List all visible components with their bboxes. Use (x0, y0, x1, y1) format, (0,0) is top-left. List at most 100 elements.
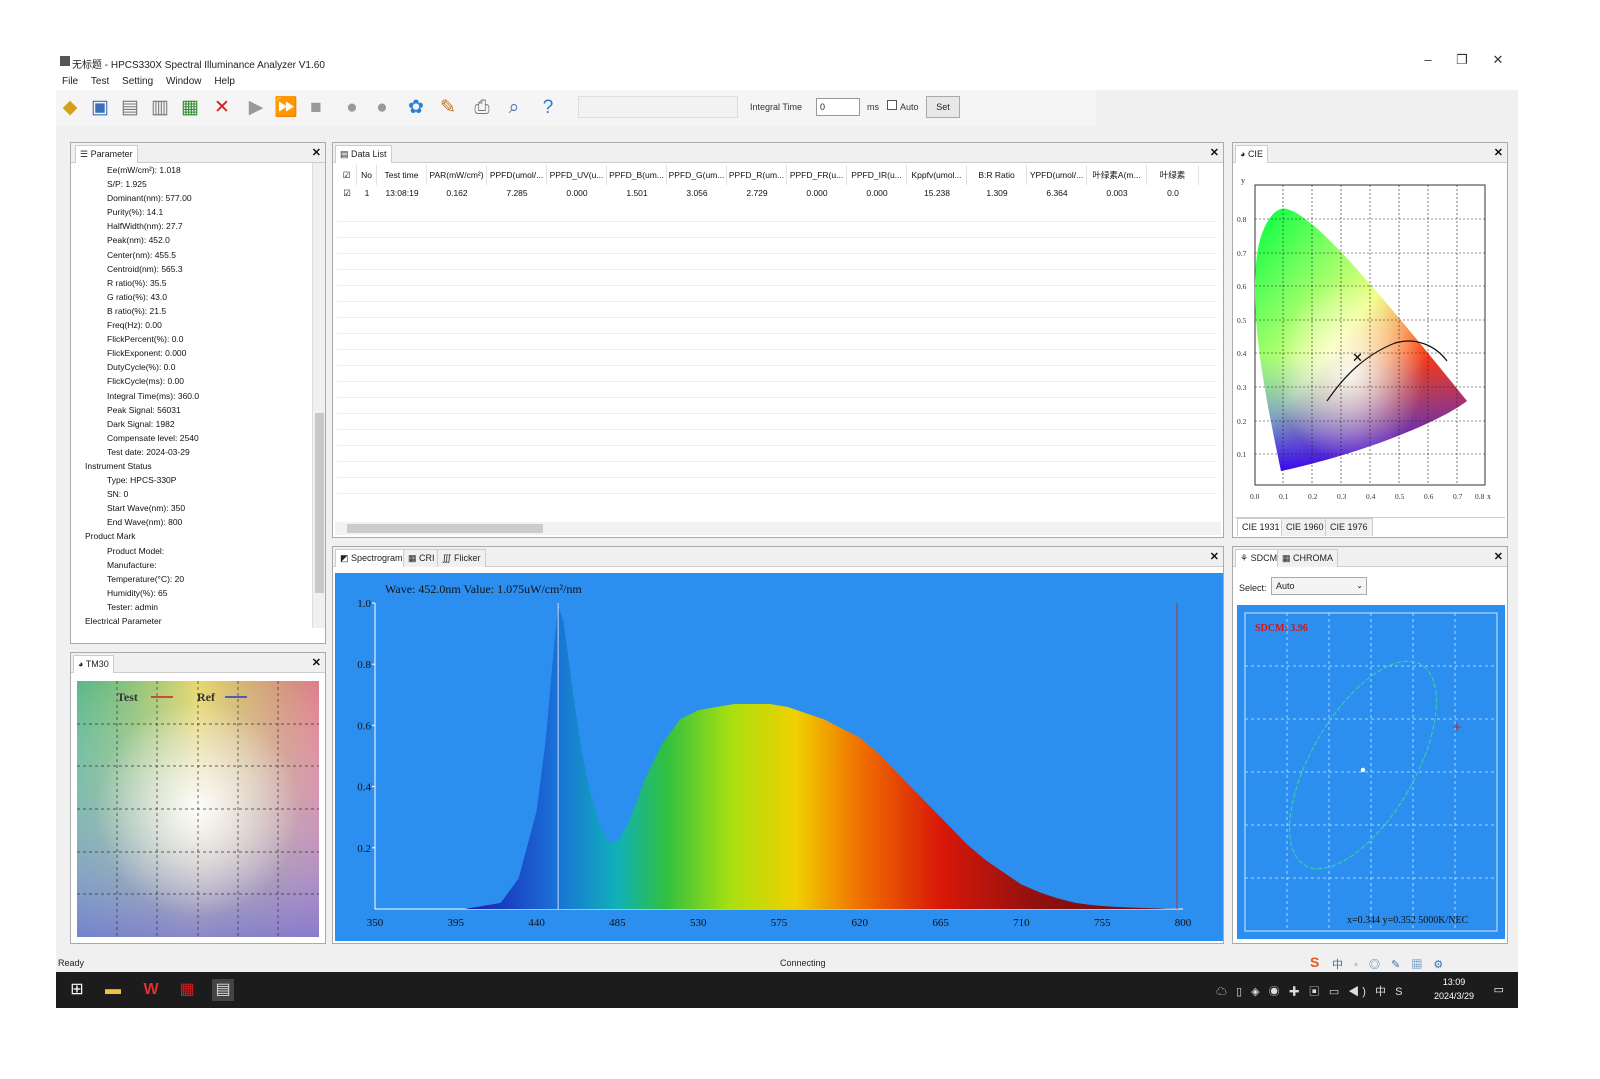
bulb-icon[interactable]: ● (340, 96, 364, 120)
column-header[interactable]: PPFD_IR(u... (847, 165, 907, 185)
status-entry[interactable] (578, 96, 738, 118)
table-cell[interactable]: 0.000 (847, 185, 907, 201)
column-header[interactable]: B:R Ratio (967, 165, 1027, 185)
excel-icon[interactable]: ▦ (178, 96, 202, 120)
tab-flicker[interactable]: ∭ Flicker (437, 549, 486, 567)
table-cell[interactable]: 0.000 (787, 185, 847, 201)
row-checkbox[interactable]: ☑ (337, 185, 357, 201)
print-icon[interactable]: ⎙ (470, 96, 494, 120)
table-cell[interactable]: 0.0 (1147, 185, 1199, 201)
tab-parameter[interactable]: ☰ Parameter (75, 145, 138, 163)
tab-cie[interactable]: ◕ CIE (1235, 145, 1268, 163)
table-cell[interactable]: 1 (357, 185, 377, 201)
play-icon[interactable]: ▶ (244, 96, 268, 120)
table-cell[interactable]: 6.364 (1027, 185, 1087, 201)
chevron-down-icon: ⌄ (1356, 581, 1363, 590)
tab-cri[interactable]: ▦ CRI (403, 549, 440, 567)
restore-button[interactable]: ❐ (1452, 52, 1472, 68)
database-icon[interactable]: ▥ (148, 96, 172, 120)
tab-data-list[interactable]: ▤ Data List (335, 145, 392, 163)
x-tick-label: 350 (367, 917, 384, 929)
table-cell[interactable]: 13:08:19 (377, 185, 427, 201)
tab-tm30[interactable]: ◕ TM30 (73, 655, 114, 673)
database-save-icon[interactable]: ▤ (118, 96, 142, 120)
close-icon[interactable]: ✕ (1494, 146, 1503, 159)
close-button[interactable]: ✕ (1488, 52, 1508, 68)
help-icon[interactable]: ? (536, 96, 560, 120)
column-header[interactable]: 叶绿素 (1147, 165, 1199, 185)
select-all-checkbox[interactable]: ☑ (337, 165, 357, 185)
table-cell[interactable]: 1.309 (967, 185, 1027, 201)
column-header[interactable]: Kppfv(umol... (907, 165, 967, 185)
edit-icon[interactable]: ✎ (436, 96, 460, 120)
taskbar-clock[interactable]: 13:09 2024/3/29 (1434, 975, 1474, 1003)
continuous-play-icon[interactable]: ⏩ (274, 96, 298, 120)
close-icon[interactable]: ✕ (312, 146, 321, 159)
system-tray-icons[interactable]: ☁ ▯ ◈ ◉ ✚ ▣ ▭ ◀) 中 S (1216, 983, 1405, 999)
ime-icon[interactable]: S (1310, 954, 1319, 970)
zoom-icon[interactable]: ⌕ (502, 96, 526, 120)
column-header[interactable]: PPFD_B(um... (607, 165, 667, 185)
column-header[interactable]: PPFD_FR(u... (787, 165, 847, 185)
auto-checkbox[interactable] (887, 100, 897, 110)
column-header[interactable]: PPFD_UV(u... (547, 165, 607, 185)
menu-test[interactable]: Test (91, 74, 109, 90)
tree-group[interactable]: Electrical Parameter (71, 614, 315, 628)
open-icon[interactable]: ◆ (58, 96, 82, 120)
spectrum-chart[interactable]: Wave: 452.0nm Value: 1.075uW/cm²/nm 350 3… (335, 573, 1223, 941)
menu-setting[interactable]: Setting (122, 74, 153, 90)
scrollbar-thumb[interactable] (347, 524, 543, 533)
integral-time-input[interactable]: 0 (816, 98, 860, 116)
table-cell[interactable]: 1.501 (607, 185, 667, 201)
tab-sdcm[interactable]: ⚘ SDCM (1235, 549, 1283, 567)
close-icon[interactable]: ✕ (1494, 550, 1503, 563)
set-button[interactable]: Set (926, 96, 960, 118)
table-cell[interactable]: 15.238 (907, 185, 967, 201)
table-cell[interactable]: 0.162 (427, 185, 487, 201)
column-header[interactable]: YPFD(umol/... (1027, 165, 1087, 185)
file-explorer-icon[interactable]: ▬ (102, 979, 124, 1001)
table-cell[interactable]: 0.000 (547, 185, 607, 201)
column-header[interactable]: PPFD_G(um... (667, 165, 727, 185)
tab-cie-1976[interactable]: CIE 1976 (1325, 518, 1373, 536)
notification-icon[interactable]: ▭ (1494, 983, 1504, 996)
minimize-button[interactable]: – (1418, 52, 1438, 67)
app-icon-red[interactable]: ▦ (176, 979, 198, 1001)
calibrate-icon[interactable]: ✿ (404, 96, 428, 120)
table-cell[interactable]: 2.729 (727, 185, 787, 201)
column-header[interactable]: 叶绿素A(m... (1087, 165, 1147, 185)
horizontal-scrollbar[interactable] (335, 522, 1221, 535)
close-icon[interactable]: ✕ (1210, 146, 1219, 159)
save-icon[interactable]: ▣ (88, 96, 112, 120)
vertical-scrollbar[interactable] (312, 163, 325, 628)
stop-icon[interactable]: ■ (304, 96, 328, 120)
ime-toolbar-icon[interactable]: 中 ◦ ◎ ✎ ▦ ⚙ (1332, 956, 1447, 972)
column-header[interactable]: No (357, 165, 377, 185)
select-dropdown[interactable]: Auto ⌄ (1271, 577, 1367, 595)
menu-help[interactable]: Help (214, 74, 235, 90)
close-icon[interactable]: ✕ (1210, 550, 1219, 563)
tab-cie-1960[interactable]: CIE 1960 (1281, 518, 1329, 536)
column-header[interactable]: Test time (377, 165, 427, 185)
bulb-1x-icon[interactable]: ● (370, 96, 394, 120)
grid-line (337, 477, 1217, 478)
tab-spectrogram[interactable]: ◩ Spectrogram (335, 549, 408, 567)
windows-start-icon[interactable]: ⊞ (66, 979, 88, 1001)
table-cell[interactable]: 3.056 (667, 185, 727, 201)
menu-file[interactable]: File (62, 74, 78, 90)
wps-icon[interactable]: W (140, 979, 162, 1001)
tree-group[interactable]: Product Mark (71, 529, 315, 543)
column-header[interactable]: PPFD(umol/... (487, 165, 547, 185)
column-header[interactable]: PPFD_R(um... (727, 165, 787, 185)
column-header[interactable]: PAR(mW/cm²) (427, 165, 487, 185)
tab-chroma[interactable]: ▦ CHROMA (1277, 549, 1339, 567)
close-icon[interactable]: ✕ (312, 656, 321, 669)
tree-group[interactable]: Instrument Status (71, 459, 315, 473)
analyzer-taskbar-icon[interactable]: ▤ (212, 979, 234, 1001)
scrollbar-thumb[interactable] (315, 413, 324, 593)
tab-cie-1931[interactable]: CIE 1931 (1237, 518, 1285, 536)
delete-icon[interactable]: ✕ (210, 96, 234, 120)
table-cell[interactable]: 7.285 (487, 185, 547, 201)
menu-window[interactable]: Window (166, 74, 202, 90)
table-cell[interactable]: 0.003 (1087, 185, 1147, 201)
